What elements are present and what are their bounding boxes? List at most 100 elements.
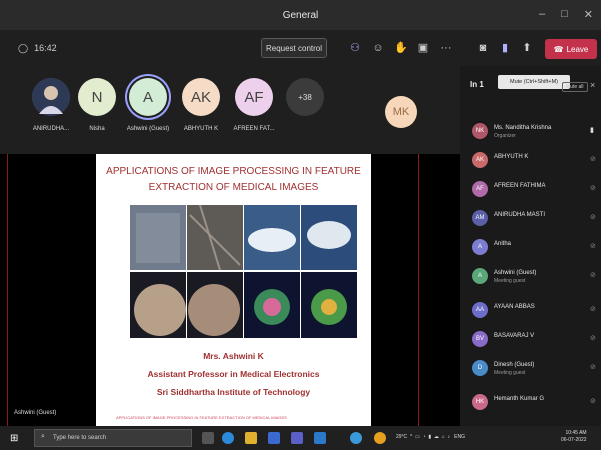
close-icon[interactable]: ✕ [584,8,593,21]
mic-muted-icon[interactable]: ⊘ [590,184,596,192]
avatar-initials: N [78,78,116,116]
camera-icon[interactable]: ◙ [476,41,490,55]
participant-name: ANIRUDHA MASTI [494,212,546,218]
mic-muted-icon[interactable]: ⊘ [590,213,596,221]
participant-avatar: D [472,360,488,376]
meeting-toolbar: ◯ 16:42 Request control ⚇ ☺ ✋ ▣ ··· ◙ ▮ … [0,30,601,66]
rooms-icon[interactable]: ▣ [416,41,430,55]
participants-panel: In 1 Mute (Ctrl+Shift+M) Mute all × NK M… [460,66,601,426]
taskbar-search[interactable]: ⌕ Type here to search [34,429,192,447]
participant-row[interactable]: A Anitha ⊘ [460,236,601,260]
avatar-tile[interactable]: AK ABHYUTH K [173,78,229,132]
weather-icon[interactable] [374,432,386,444]
avatar-initials: AF [235,78,273,116]
task-view-icon[interactable] [202,432,214,444]
avatar-initials: AK [182,78,220,116]
word-icon[interactable] [314,432,326,444]
title-bar: General – □ ✕ [0,0,601,30]
participant-row[interactable]: BV BASAVARAJ V ⊘ [460,328,601,352]
mic-icon[interactable]: ▮ [498,41,512,55]
participants-icon[interactable]: ⚇ [348,41,362,55]
mic-muted-icon[interactable]: ⊘ [590,397,596,405]
leave-button[interactable]: ☎ Leave [545,39,597,59]
window-controls: – □ ✕ [539,8,593,21]
presentation-slide: APPLICATIONS OF IMAGE PROCESSING IN FEAT… [96,154,371,426]
reactions-icon[interactable]: ✋ [394,41,408,55]
avatar-tile[interactable]: N Nisha [69,78,125,132]
mic-muted-icon[interactable]: ⊘ [590,334,596,342]
mic-muted-icon[interactable]: ⊘ [590,305,596,313]
participant-avatar: HK [472,394,488,410]
more-participants-count: +38 [286,78,324,116]
avatar-initials: A [129,78,167,116]
slide-title-line-2: EXTRACTION OF MEDICAL IMAGES [148,182,319,193]
clock-date: 06-07-2022 [561,437,587,443]
shared-screen-stage: APPLICATIONS OF IMAGE PROCESSING IN FEAT… [0,154,460,426]
mic-icon[interactable]: ▮ [590,126,594,134]
windows-start-icon[interactable]: ⊞ [10,433,18,444]
participant-role: Organizer [494,133,516,139]
taskbar-clock[interactable]: 10:45 AM 06-07-2022 [561,430,587,444]
share-icon[interactable]: ⬆ [520,41,534,55]
participant-row[interactable]: AF AFREEN FATHIMA ⊘ [460,178,601,202]
search-placeholder: Type here to search [53,435,107,441]
maximize-icon[interactable]: □ [561,8,568,21]
avatar-name: Ashwini (Guest) [126,126,170,132]
avatar-name: ABHYUTH K [183,126,219,132]
participant-name: AFREEN FATHIMA [494,183,546,189]
participant-avatar: A [472,239,488,255]
participant-row[interactable]: AK ABHYUTH K ⊘ [460,149,601,173]
mute-all-button[interactable]: Mute all [562,82,588,92]
window-title: General [282,9,319,21]
participant-name: AYAAN ABBAS [494,304,535,310]
timer-value: 16:42 [34,43,57,53]
more-participants-tile[interactable]: +38 [277,78,333,116]
taskbar: ⊞ ⌕ Type here to search 29°C ^ ▭ ◔ ▮ ☁ ⌂… [0,426,601,450]
chrome-icon[interactable] [350,432,362,444]
participant-row[interactable]: AM ANIRUDHA MASTI ⊘ [460,207,601,231]
person-photo-icon [32,78,70,116]
slide-title-line-1: APPLICATIONS OF IMAGE PROCESSING IN FEAT… [106,166,361,177]
mute-tooltip: Mute (Ctrl+Shift+M) [498,75,570,89]
phone-icon: ☎ [553,44,564,54]
leave-label: Leave [566,44,589,54]
participant-avatar: A [472,268,488,284]
stage-border-left [7,154,8,426]
participant-name: BASAVARAJ V [494,333,535,339]
participant-row[interactable]: A Ashwini (Guest) Meeting guest ⊘ [460,265,601,289]
avatar-tile[interactable]: AF AFREEN FAT... [226,78,282,132]
avatar-photo [32,78,70,116]
presenter-name: Mrs. Ashwini K [203,351,264,361]
slide-title: APPLICATIONS OF IMAGE PROCESSING IN FEAT… [106,164,361,196]
request-control-button[interactable]: Request control [261,38,327,58]
more-icon[interactable]: ··· [439,41,453,55]
search-icon: ⌕ [41,433,45,440]
participant-avatar: BV [472,331,488,347]
participant-avatar: AF [472,181,488,197]
mic-muted-icon[interactable]: ⊘ [590,242,596,250]
stage-border-right [418,154,419,426]
mic-muted-icon[interactable]: ⊘ [590,155,596,163]
edge-icon[interactable] [222,432,234,444]
store-icon[interactable] [268,432,280,444]
language-indicator[interactable]: ENG [454,434,465,440]
chat-icon[interactable]: ☺ [371,41,385,55]
participant-name: Ashwini (Guest) [494,270,537,276]
participant-avatar: AA [472,302,488,318]
avatar-tile[interactable]: A Ashwini (Guest) [120,78,176,132]
mic-muted-icon[interactable]: ⊘ [590,363,596,371]
participant-row[interactable]: D Dinesh (Guest) Meeting guest ⊘ [460,357,601,381]
minimize-icon[interactable]: – [539,8,545,21]
close-panel-icon[interactable]: × [590,80,595,90]
mic-muted-icon[interactable]: ⊘ [590,271,596,279]
participant-role: Meeting guest [494,370,526,376]
participant-avatar: NK [472,123,488,139]
participant-row[interactable]: AA AYAAN ABBAS ⊘ [460,299,601,323]
participant-row[interactable]: HK Hemanth Kumar G ⊘ [460,391,601,415]
avatar-name: Nisha [89,126,105,132]
weather-temp: 29°C [396,434,408,440]
participant-role: Meeting guest [494,278,526,284]
participant-row[interactable]: NK Ms. Nanditha Krishna Organizer ▮ [460,120,601,144]
teams-icon[interactable] [291,432,303,444]
file-explorer-icon[interactable] [245,432,257,444]
